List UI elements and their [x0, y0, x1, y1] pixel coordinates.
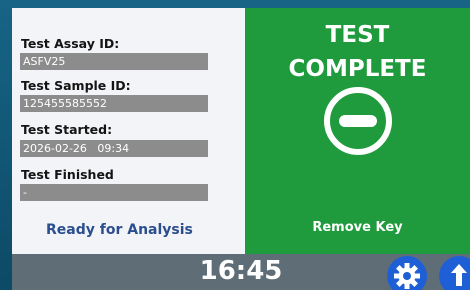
test-started-label: Test Started:: [21, 122, 113, 137]
remove-key-instruction: Remove Key: [312, 220, 403, 235]
assay-id-label: Test Assay ID:: [21, 36, 120, 51]
upload-icon: [451, 264, 467, 286]
minus-circle-icon: [323, 86, 393, 156]
device-screen: Test Assay ID: ASFV25 Test Sample ID: 12…: [12, 8, 470, 290]
settings-button[interactable]: [387, 256, 427, 290]
upload-button[interactable]: [439, 256, 470, 290]
test-info-panel: Test Assay ID: ASFV25 Test Sample ID: 12…: [12, 8, 245, 254]
sample-id-value: 125455585552: [20, 95, 208, 112]
status-text: Ready for Analysis: [46, 222, 193, 238]
result-title-line2: COMPLETE: [288, 56, 427, 82]
result-panel: TEST COMPLETE Remove Key: [245, 8, 470, 254]
result-title-line1: TEST: [325, 22, 390, 48]
sample-id-label: Test Sample ID:: [21, 78, 131, 93]
bottom-bar: 16:45: [12, 254, 470, 290]
test-finished-value: -: [20, 184, 208, 201]
gear-icon: [394, 263, 420, 289]
test-finished-label: Test Finished: [21, 167, 114, 182]
assay-id-value: ASFV25: [20, 53, 208, 70]
test-started-value: 2026-02-26 09:34: [20, 140, 208, 157]
